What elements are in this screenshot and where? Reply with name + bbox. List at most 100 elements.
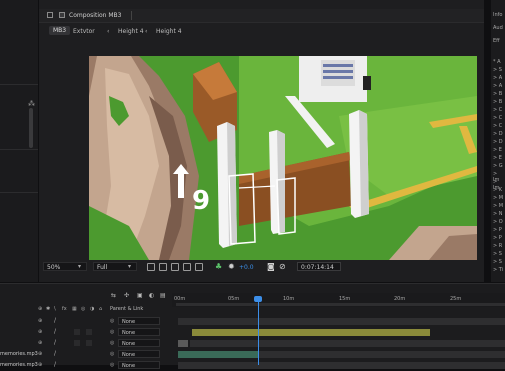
- effects-category[interactable]: > S: [493, 251, 502, 257]
- minecraft-scene-image: [89, 56, 477, 260]
- breadcrumb-item-height-4b[interactable]: Height 4: [156, 28, 182, 35]
- effects-category[interactable]: > C: [493, 123, 502, 129]
- effects-category[interactable]: > M: [493, 203, 503, 209]
- region-of-interest-icon[interactable]: [147, 263, 155, 271]
- layer-shy-icon[interactable]: ⊕: [38, 318, 42, 324]
- time-ruler[interactable]: 00m 05m 10m 15m 20m 25m: [172, 293, 505, 307]
- exposure-icon[interactable]: ✹: [228, 262, 235, 271]
- effects-category[interactable]: > B: [493, 99, 502, 105]
- layer-duration-bar[interactable]: [192, 329, 430, 336]
- pickwhip-icon[interactable]: ◎: [110, 340, 114, 346]
- parent-select[interactable]: None: [118, 350, 160, 358]
- graph-editor-icon[interactable]: ◐: [149, 292, 154, 299]
- pickwhip-icon[interactable]: ◎: [110, 351, 114, 357]
- frame-blend-icon[interactable]: ✣: [124, 292, 129, 299]
- switch-box[interactable]: [74, 340, 80, 346]
- effects-category[interactable]: * A: [493, 59, 501, 65]
- layer-quality-icon[interactable]: /: [54, 339, 56, 346]
- panel-close-icon[interactable]: [47, 12, 53, 18]
- effects-category[interactable]: > E: [493, 155, 502, 161]
- effects-category[interactable]: > O: [493, 219, 503, 225]
- layer-quality-icon[interactable]: /: [54, 317, 56, 324]
- effects-category[interactable]: > D: [493, 139, 503, 145]
- effects-category[interactable]: > C: [493, 107, 502, 113]
- effects-category[interactable]: > P: [493, 227, 502, 233]
- layer-shy-icon[interactable]: ⊕: [38, 340, 42, 346]
- layer-quality-icon[interactable]: /: [54, 328, 56, 335]
- breadcrumb-item-extvtor[interactable]: Extvtor: [73, 28, 95, 35]
- effects-category[interactable]: > S: [493, 259, 502, 265]
- panel-menu-icon[interactable]: ⁂: [28, 100, 35, 108]
- panel-tab-audio[interactable]: Aud: [493, 25, 503, 31]
- effects-category[interactable]: > C: [493, 115, 502, 121]
- snapshot-camera-icon[interactable]: ◙: [267, 262, 275, 271]
- layer-duration-bar[interactable]: [178, 318, 505, 325]
- show-snapshot-icon[interactable]: ⊘: [279, 262, 286, 271]
- ruler-tick: 15m: [339, 296, 351, 302]
- current-time-field[interactable]: 0:07:14:14: [297, 262, 341, 271]
- layer-shy-icon[interactable]: ⊕: [38, 362, 42, 368]
- channel-icon[interactable]: [195, 263, 203, 271]
- switch-box[interactable]: [74, 329, 80, 335]
- layer-row[interactable]: memories.mp3 ⊕ / ◎ None: [0, 360, 505, 371]
- switch-box[interactable]: [86, 340, 92, 346]
- audio-layer-bar[interactable]: [178, 351, 258, 358]
- effects-category[interactable]: > D: [493, 131, 503, 137]
- effects-category[interactable]: > E: [493, 147, 502, 153]
- parent-select[interactable]: None: [118, 328, 160, 336]
- pickwhip-icon[interactable]: ◎: [110, 318, 114, 324]
- effects-category[interactable]: > R: [493, 243, 502, 249]
- composition-title[interactable]: Composition MB3: [69, 12, 122, 19]
- layer-quality-icon[interactable]: /: [54, 350, 56, 357]
- parent-select[interactable]: None: [118, 339, 160, 347]
- project-scrollbar[interactable]: [29, 108, 33, 148]
- effects-category[interactable]: > K: [493, 187, 502, 193]
- mask-visibility-icon[interactable]: [171, 263, 179, 271]
- layer-name[interactable]: memories.mp3: [0, 362, 38, 368]
- pickwhip-icon[interactable]: ◎: [110, 329, 114, 335]
- shy-icon[interactable]: ⇆: [111, 292, 116, 299]
- breadcrumb-item-height-4[interactable]: Height 4: [118, 28, 144, 35]
- effects-category[interactable]: > M: [493, 195, 503, 201]
- effects-category[interactable]: > N: [493, 211, 503, 217]
- transparency-grid-icon[interactable]: [159, 263, 167, 271]
- lock-icon[interactable]: [59, 12, 65, 18]
- effects-category[interactable]: > A: [493, 75, 502, 81]
- effects-category[interactable]: > S: [493, 67, 502, 73]
- switch-box[interactable]: [86, 329, 92, 335]
- layer-row[interactable]: ⊕ / ◎ None: [0, 338, 505, 349]
- shy-switch-icon: ⊕: [38, 306, 43, 312]
- layer-row[interactable]: ⊕ / ◎ None: [0, 327, 505, 338]
- layer-duration-bar[interactable]: [258, 351, 505, 358]
- effects-category[interactable]: > P: [493, 235, 502, 241]
- parent-link-header: Parent & Link: [110, 306, 144, 312]
- motion-blur-icon[interactable]: ▣: [137, 292, 143, 299]
- parent-select[interactable]: None: [118, 361, 160, 369]
- draft-3d-icon[interactable]: ▤: [160, 292, 166, 299]
- composition-viewer[interactable]: 9: [89, 56, 477, 260]
- exposure-value[interactable]: +0.0: [239, 264, 254, 271]
- panel-tab-effects[interactable]: Eff: [493, 38, 500, 44]
- breadcrumb-item-mb3[interactable]: MB3: [49, 26, 71, 35]
- playhead-line[interactable]: [258, 297, 259, 365]
- layer-shy-icon[interactable]: ⊕: [38, 329, 42, 335]
- guides-icon[interactable]: [183, 263, 191, 271]
- parent-select[interactable]: None: [118, 317, 160, 325]
- effects-category[interactable]: > B: [493, 91, 502, 97]
- layer-duration-bar[interactable]: [190, 340, 505, 347]
- layer-name[interactable]: memories.mp3: [0, 351, 38, 357]
- effects-category[interactable]: > Ti: [493, 267, 503, 273]
- layer-duration-bar[interactable]: [178, 340, 188, 347]
- motion-blur-switch-icon: ◎: [81, 306, 86, 312]
- layer-shy-icon[interactable]: ⊕: [38, 351, 42, 357]
- panel-tab-info[interactable]: Info: [493, 12, 502, 18]
- color-management-icon[interactable]: ♣: [215, 262, 222, 271]
- effects-category[interactable]: > G: [493, 163, 503, 169]
- quality-switch-icon: \: [54, 306, 56, 312]
- effects-category[interactable]: > A: [493, 83, 502, 89]
- work-area-bar[interactable]: [176, 303, 505, 306]
- layer-row[interactable]: ⊕ / ◎ None: [0, 316, 505, 327]
- layer-row[interactable]: memories.mp3 ⊕ / ◎ None: [0, 349, 505, 360]
- pickwhip-icon[interactable]: ◎: [110, 362, 114, 368]
- layer-duration-bar[interactable]: [178, 362, 505, 369]
